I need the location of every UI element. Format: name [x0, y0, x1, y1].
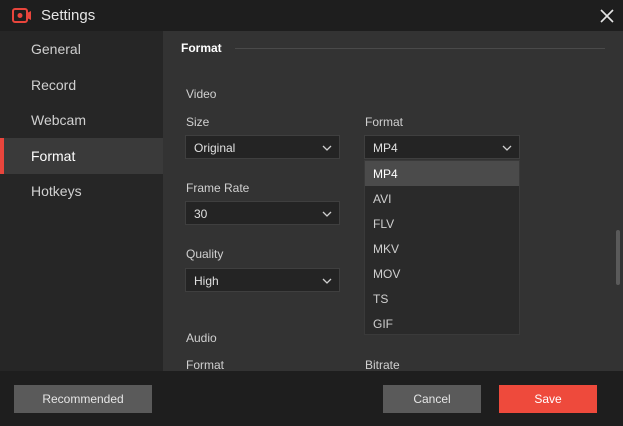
sidebar-item-label: Record: [31, 77, 77, 93]
chevron-down-icon: [322, 278, 332, 284]
frame-rate-select[interactable]: 30: [185, 201, 340, 225]
chevron-down-icon: [322, 211, 332, 217]
format-option-flv[interactable]: FLV: [365, 211, 519, 236]
format-label: Format: [365, 115, 404, 129]
size-label: Size: [186, 115, 210, 129]
sidebar-item-format[interactable]: Format: [0, 138, 163, 174]
format-option-gif[interactable]: GIF: [365, 311, 519, 336]
format-option-mkv[interactable]: MKV: [365, 236, 519, 261]
sidebar-item-webcam[interactable]: Webcam: [0, 102, 163, 138]
format-dropdown-menu: MP4 AVI FLV MKV MOV TS GIF: [364, 160, 520, 335]
format-value: MP4: [373, 141, 398, 155]
dialog-footer: Recommended Cancel Save: [0, 371, 623, 426]
frame-rate-value: 30: [194, 207, 208, 221]
record-camera-icon: [12, 8, 31, 23]
chevron-down-icon: [322, 145, 332, 151]
section-title: Format: [181, 41, 222, 55]
window-title: Settings: [41, 7, 96, 24]
quality-value: High: [194, 274, 219, 288]
format-option-ts[interactable]: TS: [365, 286, 519, 311]
format-option-avi[interactable]: AVI: [365, 186, 519, 211]
bitrate-label: Bitrate: [365, 358, 400, 371]
quality-label: Quality: [186, 247, 224, 261]
audio-heading: Audio: [186, 331, 217, 345]
sidebar-item-general[interactable]: General: [0, 31, 163, 67]
audio-format-label: Format: [186, 358, 225, 371]
size-value: Original: [194, 141, 236, 155]
settings-sidebar: General Record Webcam Format Hotkeys: [0, 31, 163, 371]
sidebar-item-label: General: [31, 41, 81, 57]
sidebar-item-label: Format: [31, 148, 76, 164]
recommended-button[interactable]: Recommended: [14, 385, 152, 413]
cancel-button[interactable]: Cancel: [383, 385, 481, 413]
sidebar-item-hotkeys[interactable]: Hotkeys: [0, 173, 163, 209]
save-button[interactable]: Save: [499, 385, 597, 413]
video-heading: Video: [186, 87, 217, 101]
quality-select[interactable]: High: [185, 268, 340, 292]
title-bar: Settings: [0, 0, 623, 31]
section-divider: [235, 48, 605, 49]
size-select[interactable]: Original: [185, 135, 340, 159]
sidebar-item-label: Webcam: [31, 112, 86, 128]
content-scrollbar[interactable]: [616, 230, 620, 285]
close-icon[interactable]: [596, 5, 618, 27]
frame-rate-label: Frame Rate: [186, 181, 250, 195]
format-option-mp4[interactable]: MP4: [365, 161, 519, 186]
format-option-mov[interactable]: MOV: [365, 261, 519, 286]
chevron-down-icon: [502, 145, 512, 151]
sidebar-item-record[interactable]: Record: [0, 67, 163, 103]
format-select[interactable]: MP4: [364, 135, 520, 159]
sidebar-item-label: Hotkeys: [31, 183, 82, 199]
